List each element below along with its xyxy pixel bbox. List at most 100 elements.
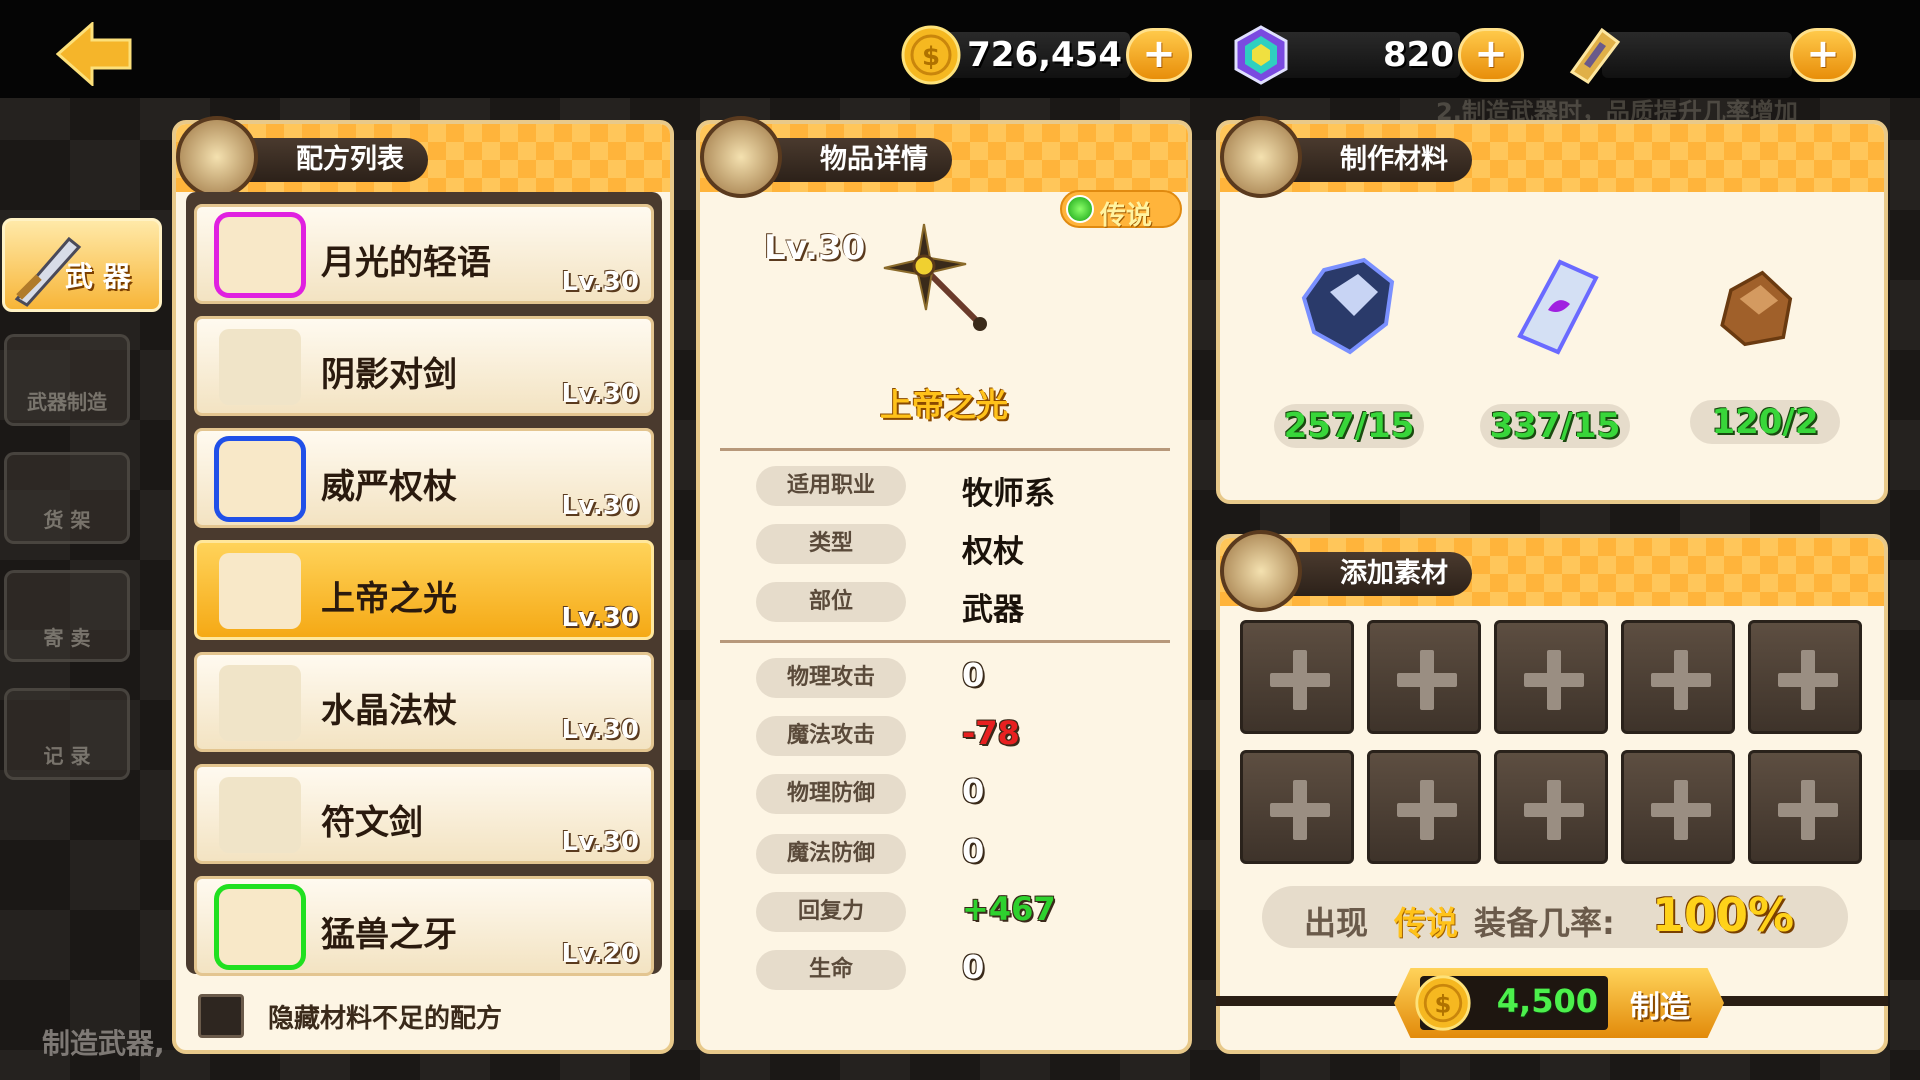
- copper-ore-material-icon[interactable]: [1708, 264, 1808, 360]
- ore-material-icon[interactable]: [1294, 252, 1404, 362]
- sidebar-tab-label: 记 录: [43, 744, 91, 768]
- add-slot[interactable]: [1621, 750, 1735, 864]
- recipe-item-majestic-scepter[interactable]: 威严权杖 Lv.30: [194, 428, 654, 528]
- money-bag-icon: [700, 116, 782, 198]
- rarity-badge: 传说: [1060, 190, 1182, 231]
- ticket-icon: [1569, 27, 1621, 85]
- add-slot[interactable]: [1748, 620, 1862, 734]
- material-count: 337/15: [1480, 404, 1630, 448]
- recipe-level: Lv.30: [561, 827, 639, 857]
- recipe-item-light-of-god[interactable]: 上帝之光 Lv.30: [194, 540, 654, 640]
- add-slot[interactable]: [1240, 750, 1354, 864]
- recipe-level: Lv.30: [561, 715, 639, 745]
- scroll-icon: [219, 777, 301, 853]
- hide-insufficient-label: 隐藏材料不足的配方: [268, 1004, 503, 1034]
- back-arrow-icon[interactable]: [56, 22, 132, 86]
- stat-value-magic-defense: 0: [962, 832, 985, 870]
- rarity-dot-icon: [1066, 195, 1094, 223]
- attr-label-type: 类型: [756, 524, 906, 564]
- add-slot[interactable]: [1621, 620, 1735, 734]
- scroll-icon: [219, 889, 301, 965]
- recipe-item-shadow-twin-swords[interactable]: 阴影对剑 Lv.30: [194, 316, 654, 416]
- gem-value: 820: [1383, 35, 1454, 75]
- attr-value-class: 牧师系: [962, 476, 1055, 512]
- hide-insufficient-checkbox[interactable]: [198, 994, 244, 1038]
- scroll-icon: [219, 441, 301, 517]
- sidebar-tab-label: 寄 卖: [43, 626, 91, 650]
- divider: [720, 640, 1170, 643]
- hammer-icon: [1220, 530, 1302, 612]
- gold-counter: 726,454 + $: [900, 25, 1192, 85]
- chance-value: 100%: [1652, 888, 1795, 942]
- scroll-icon: [219, 665, 301, 741]
- recipe-level: Lv.30: [561, 603, 639, 633]
- recipe-level: Lv.30: [561, 267, 639, 297]
- svg-text:$: $: [1435, 989, 1452, 1018]
- add-gold-button[interactable]: +: [1126, 28, 1192, 82]
- stat-value-physical-defense: 0: [962, 772, 985, 810]
- scroll-icon: [219, 329, 301, 405]
- stat-label-magic-defense: 魔法防御: [756, 834, 906, 874]
- rarity-label: 传说: [1100, 201, 1153, 231]
- recipe-level: Lv.20: [561, 939, 639, 969]
- add-slot[interactable]: [1748, 750, 1862, 864]
- svg-text:$: $: [922, 42, 940, 72]
- recipe-level: Lv.30: [561, 379, 639, 409]
- recipe-name: 水晶法杖: [321, 691, 457, 731]
- stat-value-hp: 0: [962, 948, 985, 986]
- sidebar-tab-weapons[interactable]: 武 器: [2, 218, 162, 312]
- item-name: 上帝之光: [879, 386, 1008, 424]
- stat-label-magic-attack: 魔法攻击: [756, 716, 906, 756]
- gold-coin-icon: $: [901, 25, 961, 85]
- ticket-value: 0: [1602, 32, 1822, 78]
- scroll-icon: [219, 553, 301, 629]
- chance-label: 装备几率:: [1474, 904, 1615, 942]
- add-slot[interactable]: [1494, 620, 1608, 734]
- recipe-item-crystal-staff[interactable]: 水晶法杖 Lv.30: [194, 652, 654, 752]
- recipe-name: 阴影对剑: [321, 355, 457, 395]
- sidebar-tab-label: 货 架: [43, 508, 91, 532]
- sidebar-tab-shelf[interactable]: 货 架: [4, 452, 130, 544]
- recipe-item-rune-sword[interactable]: 符文剑 Lv.30: [194, 764, 654, 864]
- add-slot[interactable]: [1494, 750, 1608, 864]
- attr-value-slot: 武器: [962, 592, 1024, 628]
- add-slot[interactable]: [1367, 620, 1481, 734]
- recipe-name: 猛兽之牙: [321, 915, 457, 955]
- attr-label-slot: 部位: [756, 582, 906, 622]
- attr-label-class: 适用职业: [756, 466, 906, 506]
- craft-button[interactable]: $ 4,500 制造: [1394, 968, 1724, 1038]
- sidebar-tab-label: 武 器: [65, 260, 131, 293]
- background-hint-text: 制造武器,: [42, 1027, 165, 1060]
- stat-label-recovery: 回复力: [756, 892, 906, 932]
- stat-value-physical-attack: 0: [962, 656, 985, 694]
- crystal-shard-icon: [1220, 116, 1302, 198]
- rune-stone-material-icon[interactable]: [1500, 252, 1610, 362]
- recipe-item-beast-fang[interactable]: 猛兽之牙 Lv.20: [194, 876, 654, 976]
- sidebar-tab-label: 武器制造: [27, 390, 107, 414]
- recipe-item-moonlight-whisper[interactable]: 月光的轻语 Lv.30: [194, 204, 654, 304]
- sidebar-tab-consign[interactable]: 寄 卖: [4, 570, 130, 662]
- recipe-level: Lv.30: [561, 491, 639, 521]
- item-level: Lv.30: [764, 228, 866, 268]
- sidebar-tab-weapon-crafting[interactable]: 武器制造: [4, 334, 130, 426]
- recipe-name: 威严权杖: [321, 467, 457, 507]
- divider: [720, 448, 1170, 451]
- stat-label-hp: 生命: [756, 950, 906, 990]
- add-slot[interactable]: [1367, 750, 1481, 864]
- sidebar-tab-records[interactable]: 记 录: [4, 688, 130, 780]
- gold-value: 726,454: [967, 35, 1122, 75]
- recipe-name: 上帝之光: [321, 579, 457, 619]
- add-slot[interactable]: [1240, 620, 1354, 734]
- stat-value-magic-attack: -78: [962, 714, 1020, 752]
- stat-value-recovery: +467: [962, 890, 1056, 928]
- scroll-icon: [219, 217, 301, 293]
- top-bar: 726,454 + $ 820 + 0 +: [0, 0, 1920, 98]
- gold-coin-icon: $: [1415, 975, 1471, 1031]
- stat-label-physical-defense: 物理防御: [756, 774, 906, 814]
- scroll-quill-icon: [176, 116, 258, 198]
- rainbow-gem-icon: [1234, 25, 1288, 85]
- add-tickets-button[interactable]: +: [1790, 28, 1856, 82]
- chance-rarity: 传说: [1394, 904, 1459, 942]
- legendary-chance-bar: 出现 传说 装备几率: 100%: [1262, 886, 1848, 948]
- add-gems-button[interactable]: +: [1458, 28, 1524, 82]
